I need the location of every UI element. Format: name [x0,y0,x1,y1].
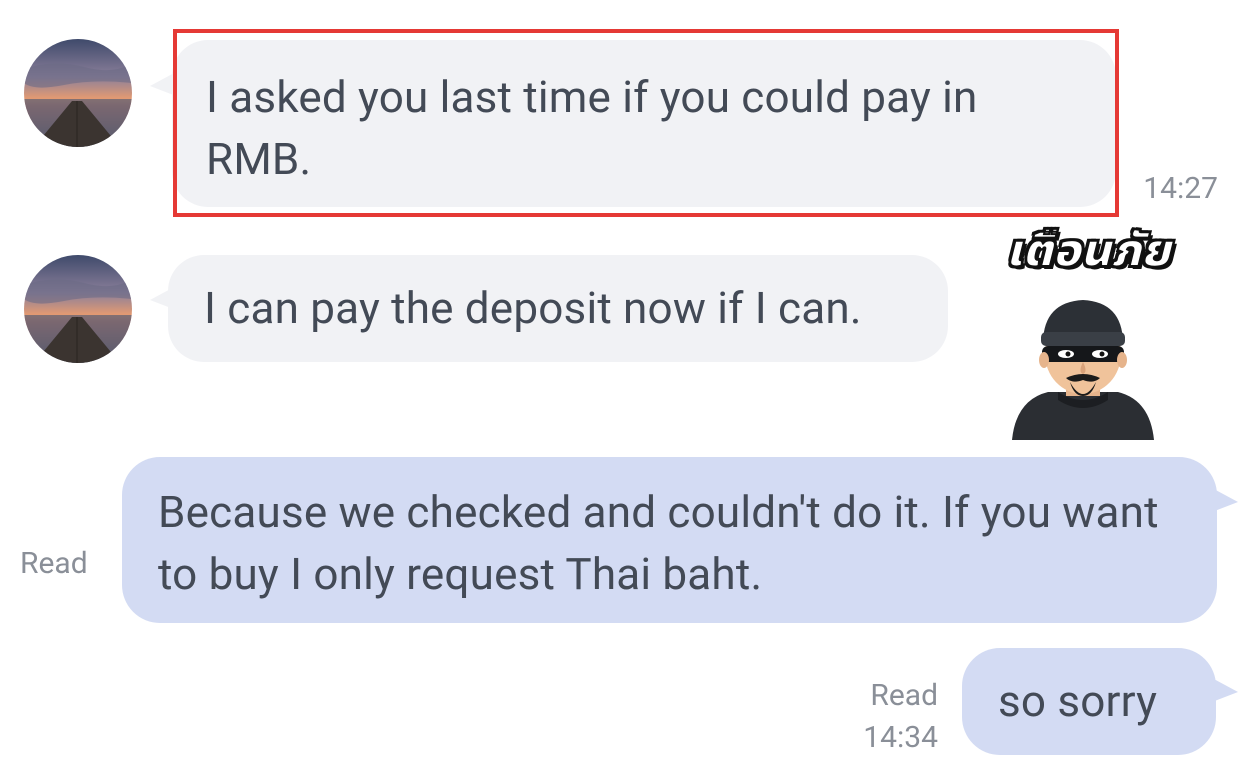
bubble-tail [1212,678,1238,702]
incoming-message-bubble[interactable]: I asked you last time if you could pay i… [172,40,1116,207]
contact-avatar[interactable] [24,39,132,147]
contact-avatar[interactable] [24,255,132,363]
pier-sunset-photo [24,255,132,363]
message-timestamp: 14:34 [863,720,938,755]
message-text: I can pay the deposit now if I can. [204,282,862,334]
chat-conversation: I asked you last time if you could pay i… [0,0,1242,775]
outgoing-message-bubble[interactable]: Because we checked and couldn't do it. I… [122,457,1217,623]
message-text: I asked you last time if you could pay i… [206,71,978,185]
read-receipt: Read [20,546,88,581]
sticker-label: เตือนภัย [1005,217,1172,287]
bubble-tail [1212,488,1238,512]
incoming-message-bubble[interactable]: I can pay the deposit now if I can. [168,255,948,362]
read-receipt: Read [870,678,938,713]
pier-sunset-photo [24,39,132,147]
outgoing-message-bubble[interactable]: so sorry [962,648,1216,755]
message-text: Because we checked and couldn't do it. I… [158,486,1159,600]
masked-thief-icon [1012,300,1154,440]
message-text: so sorry [998,675,1158,727]
message-timestamp: 14:27 [1143,171,1218,206]
warning-sticker[interactable]: เตือนภัย [968,217,1218,442]
